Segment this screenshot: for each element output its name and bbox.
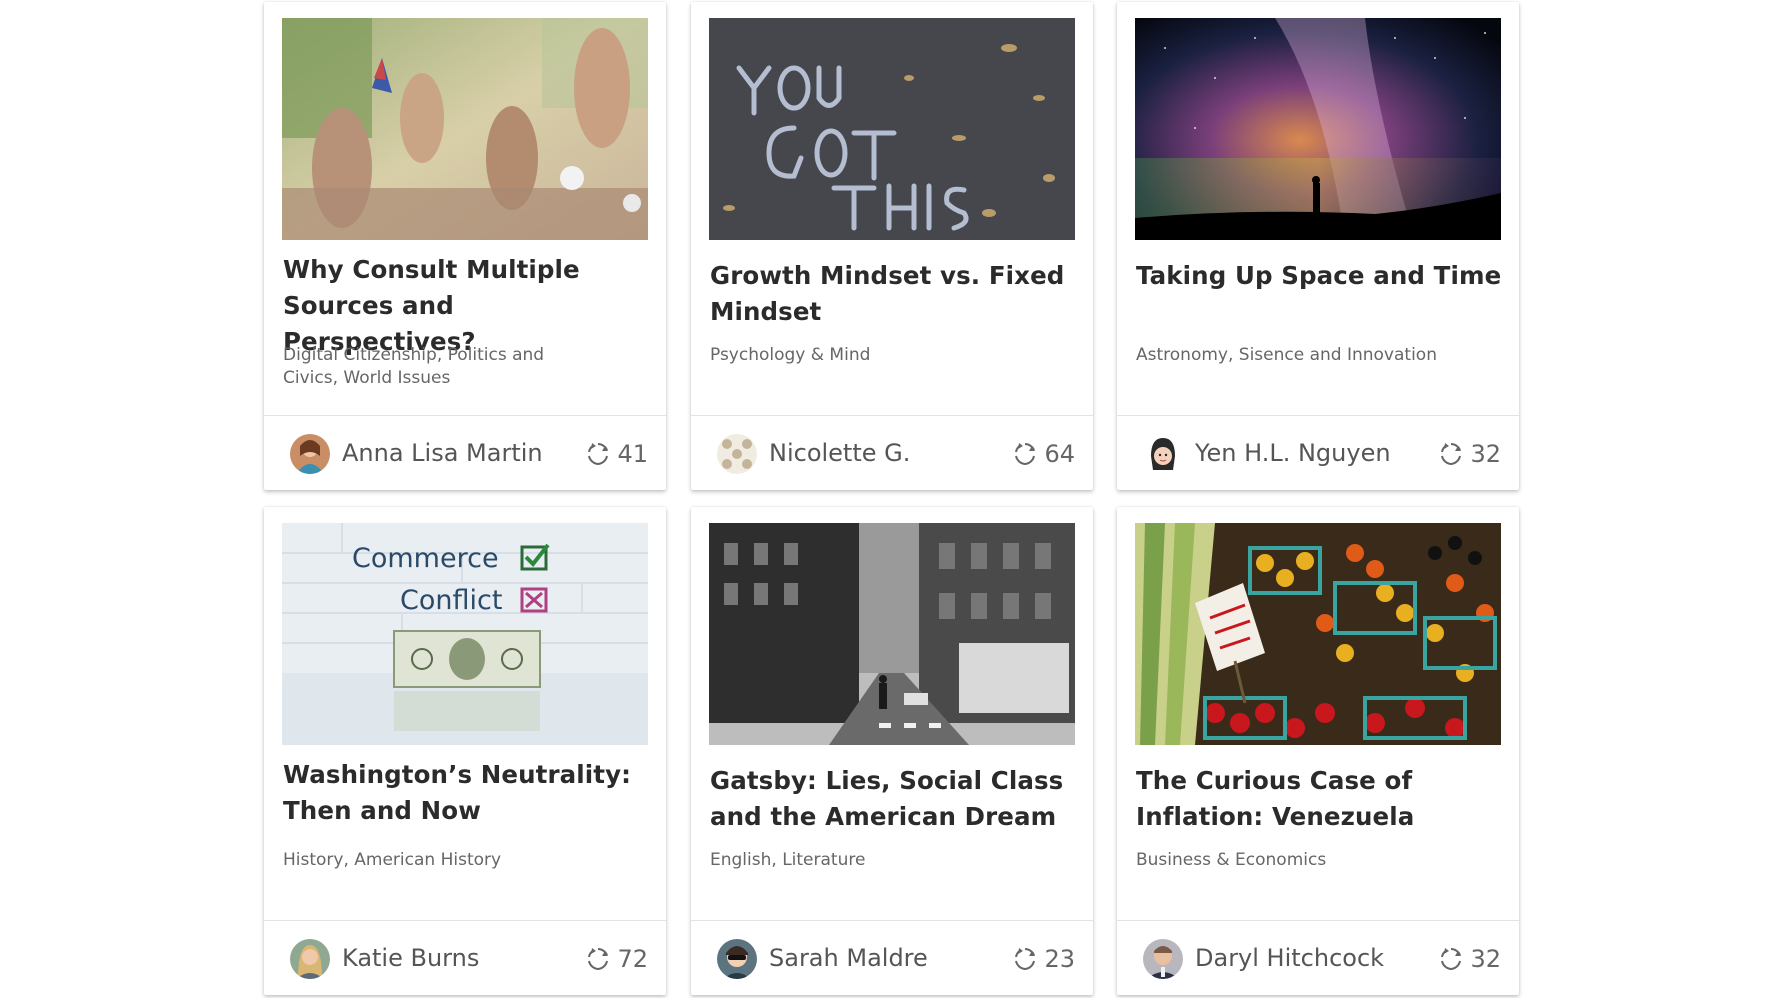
author-avatar[interactable]: [1143, 939, 1183, 979]
author-name[interactable]: Daryl Hitchcock: [1195, 942, 1384, 974]
card-title[interactable]: Taking Up Space and Time: [1136, 258, 1502, 294]
remix-count[interactable]: 72: [585, 943, 648, 975]
remix-count[interactable]: 64: [1012, 438, 1075, 470]
author-name[interactable]: Sarah Maldre: [769, 942, 928, 974]
card-image-produce[interactable]: [1135, 523, 1501, 745]
remix-count[interactable]: 32: [1438, 438, 1501, 470]
card-title[interactable]: Gatsby: Lies, Social Class and the Ameri…: [710, 763, 1076, 835]
resource-card[interactable]: The Curious Case of Inflation: Venezuela…: [1117, 507, 1519, 995]
card-footer: Katie Burns 72: [264, 920, 666, 995]
author-avatar[interactable]: [290, 434, 330, 474]
author-avatar[interactable]: [1143, 434, 1183, 474]
card-title[interactable]: Washington’s Neutrality: Then and Now: [283, 757, 649, 829]
remix-icon: [1015, 948, 1036, 971]
card-footer: Anna Lisa Martin 41: [264, 415, 666, 490]
remix-icon: [588, 443, 609, 466]
resource-card[interactable]: Gatsby: Lies, Social Class and the Ameri…: [691, 507, 1093, 995]
resource-card[interactable]: Commerce Conflict Washington’s Neutralit…: [264, 507, 666, 995]
remix-count[interactable]: 32: [1438, 943, 1501, 975]
remix-icon: [1015, 443, 1036, 466]
card-image-crowd[interactable]: [282, 18, 648, 240]
remix-count-value: 32: [1470, 945, 1501, 973]
author-avatar[interactable]: [717, 434, 757, 474]
remix-count-value: 41: [617, 440, 648, 468]
resource-card-grid: Why Consult Multiple Sources and Perspec…: [262, 0, 1522, 998]
card-image-chalk[interactable]: [709, 18, 1075, 240]
remix-icon: [1441, 443, 1462, 466]
card-footer: Daryl Hitchcock 32: [1117, 920, 1519, 995]
card-tags: English, Literature: [710, 850, 866, 870]
author-avatar[interactable]: [290, 939, 330, 979]
remix-icon: [588, 948, 609, 971]
card-image-commerce-conflict[interactable]: Commerce Conflict: [282, 523, 648, 745]
resource-card[interactable]: Growth Mindset vs. Fixed Mindset Psychol…: [691, 2, 1093, 490]
card-tags: Psychology & Mind: [710, 345, 871, 365]
card-title[interactable]: Growth Mindset vs. Fixed Mindset: [710, 258, 1076, 330]
remix-count[interactable]: 41: [585, 438, 648, 470]
remix-count-value: 72: [617, 945, 648, 973]
author-name[interactable]: Katie Burns: [342, 942, 479, 974]
card-image-milky-way[interactable]: [1135, 18, 1501, 240]
card-tags: Digital Citizenship, Politics and Civics…: [283, 345, 545, 388]
card-footer: Yen H.L. Nguyen 32: [1117, 415, 1519, 490]
card-image-city-street[interactable]: [709, 523, 1075, 745]
resource-card[interactable]: Taking Up Space and Time Astronomy, Sise…: [1117, 2, 1519, 490]
card-footer: Sarah Maldre 23: [691, 920, 1093, 995]
resource-card[interactable]: Why Consult Multiple Sources and Perspec…: [264, 2, 666, 490]
card-title[interactable]: The Curious Case of Inflation: Venezuela: [1136, 763, 1502, 835]
remix-count-value: 32: [1470, 440, 1501, 468]
author-name[interactable]: Anna Lisa Martin: [342, 437, 543, 469]
remix-count-value: 23: [1044, 945, 1075, 973]
remix-count-value: 64: [1044, 440, 1075, 468]
author-avatar[interactable]: [717, 939, 757, 979]
remix-count[interactable]: 23: [1012, 943, 1075, 975]
author-name[interactable]: Nicolette G.: [769, 437, 910, 469]
card-tags: Astronomy, Sisence and Innovation: [1136, 345, 1437, 365]
card-tags: History, American History: [283, 850, 502, 870]
card-footer: Nicolette G. 64: [691, 415, 1093, 490]
author-name[interactable]: Yen H.L. Nguyen: [1195, 437, 1391, 469]
card-tags: Business & Economics: [1136, 850, 1327, 870]
image-text-conflict: Conflict: [400, 585, 502, 616]
image-text-commerce: Commerce: [352, 543, 499, 574]
remix-icon: [1441, 948, 1462, 971]
